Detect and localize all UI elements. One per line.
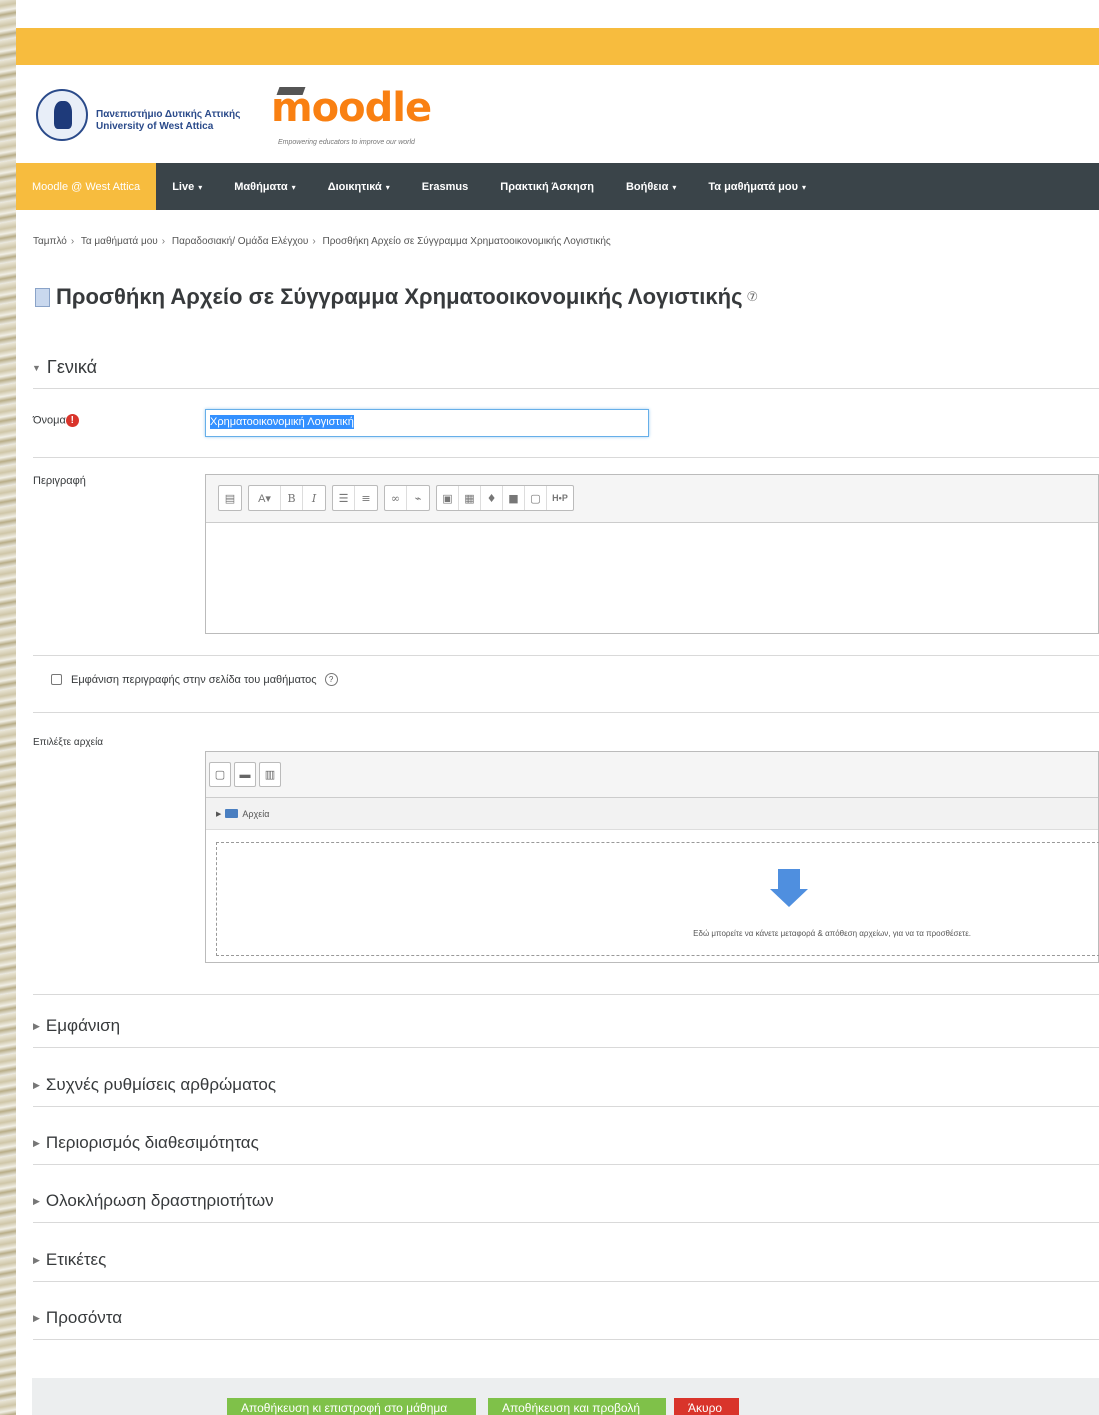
university-seal-logo[interactable] — [36, 89, 88, 141]
caret-down-icon: ▼ — [32, 363, 41, 374]
caret-right-icon: ▶ — [33, 1255, 40, 1266]
image-icon[interactable]: ▣ — [437, 486, 459, 510]
chevron-right-icon: › — [70, 236, 75, 247]
file-dropzone[interactable]: Εδώ μπορείτε να κάνετε μεταφορά & απόθεσ… — [216, 842, 1099, 956]
chevron-right-icon: › — [161, 236, 166, 247]
create-folder-icon[interactable]: ▬ — [234, 762, 256, 787]
video-icon[interactable]: ■ — [503, 486, 525, 510]
nav-item-erasmus[interactable]: Erasmus — [406, 181, 484, 193]
ordered-list-icon[interactable]: ≡ — [355, 486, 377, 510]
header-logos: Πανεπιστήμιο Δυτικής Αττικής University … — [16, 65, 1099, 163]
caret-down-icon: ▾ — [672, 182, 677, 192]
background-strip — [0, 0, 16, 1415]
section-competencies-toggle[interactable]: ▶ Προσόντα — [33, 1308, 122, 1328]
section-completion-toggle[interactable]: ▶ Ολοκλήρωση δραστηριοτήτων — [33, 1191, 274, 1211]
manage-files-icon[interactable]: ▢ — [525, 486, 547, 510]
section-tags-toggle[interactable]: ▶ Ετικέτες — [33, 1250, 106, 1270]
show-description-checkbox[interactable] — [51, 674, 62, 685]
font-style-icon[interactable]: A▾ — [249, 486, 281, 510]
caret-right-icon: ▶ — [33, 1196, 40, 1207]
toolbar-toggle-icon[interactable]: ▤ — [219, 486, 241, 510]
nav-brand[interactable]: Moodle @ West Attica — [16, 163, 157, 210]
microphone-icon[interactable]: ♦ — [481, 486, 503, 510]
help-icon[interactable]: ⑦ — [747, 289, 759, 305]
section-general-toggle[interactable]: ▼ Γενικά — [32, 357, 97, 378]
save-and-display-button[interactable]: Αποθήκευση και προβολή — [488, 1398, 666, 1415]
help-icon[interactable]: ? — [324, 673, 338, 686]
file-manager-path[interactable]: ▶ Αρχεία — [206, 798, 1098, 830]
delete-icon[interactable]: ▥ — [259, 762, 281, 787]
file-manager-toolbar: ▢ ▬ ▥ — [206, 752, 1098, 798]
breadcrumb-item-dashboard[interactable]: Ταμπλό — [33, 236, 67, 247]
save-and-return-button[interactable]: Αποθήκευση κι επιστροφή στο μάθημα — [227, 1398, 476, 1415]
section-common-settings-toggle[interactable]: ▶ Συχνές ρυθμίσεις αρθρώματος — [33, 1075, 276, 1095]
moodle-tagline: Empowering educators to improve our worl… — [278, 139, 415, 146]
nav-item-live[interactable]: Live ▾ — [156, 181, 218, 193]
nav-item-courses[interactable]: Μαθήματα ▾ — [218, 181, 311, 193]
unordered-list-icon[interactable]: ☰ — [333, 486, 355, 510]
editor-toolbar: ▤ A▾ B I ☰ ≡ ∞ ⌁ ▣ ▦ ♦ ■ ▢ H•P — [206, 475, 1098, 523]
caret-right-icon: ▶ — [33, 1021, 40, 1032]
nav-item-administrative[interactable]: Διοικητικά ▾ — [312, 181, 406, 193]
caret-right-icon: ▶ — [216, 810, 222, 818]
name-input[interactable]: Χρηματοοικονομική Λογιστική — [205, 409, 649, 437]
select-files-label: Επιλέξτε αρχεία — [33, 737, 104, 748]
breadcrumb: Ταμπλό › Τα μαθήματά μου › Παραδοσιακή/ Ομ… — [33, 236, 611, 247]
top-accent-bar — [16, 28, 1099, 65]
dropzone-text: Εδώ μπορείτε να κάνετε μεταφορά & απόθεσ… — [693, 929, 971, 938]
file-icon — [35, 287, 50, 307]
caret-down-icon: ▾ — [291, 182, 296, 192]
nav-item-my-courses[interactable]: Τα μαθήματά μου ▾ — [692, 181, 822, 193]
link-icon[interactable]: ∞ — [385, 486, 407, 510]
nav-item-help[interactable]: Βοήθεια ▾ — [610, 181, 692, 193]
caret-right-icon: ▶ — [33, 1313, 40, 1324]
h5p-icon[interactable]: H•P — [547, 486, 573, 510]
italic-icon[interactable]: I — [303, 486, 325, 510]
show-description-row: Εμφάνιση περιγραφής στην σελίδα του μαθή… — [51, 673, 338, 686]
caret-right-icon: ▶ — [33, 1138, 40, 1149]
university-name[interactable]: Πανεπιστήμιο Δυτικής Αττικής University … — [96, 109, 240, 133]
nav-item-internship[interactable]: Πρακτική Άσκηση — [484, 181, 610, 193]
page: Πανεπιστήμιο Δυτικής Αττικής University … — [16, 0, 1099, 1415]
description-label: Περιγραφή — [33, 475, 86, 487]
section-appearance-toggle[interactable]: ▶ Εμφάνιση — [33, 1016, 120, 1036]
form-actions: Αποθήκευση κι επιστροφή στο μάθημα Αποθή… — [32, 1378, 1099, 1415]
description-editor[interactable]: ▤ A▾ B I ☰ ≡ ∞ ⌁ ▣ ▦ ♦ ■ ▢ H•P — [205, 474, 1099, 634]
caret-down-icon: ▾ — [385, 182, 390, 192]
bold-icon[interactable]: B — [281, 486, 303, 510]
arrow-down-icon — [770, 869, 808, 909]
page-title: Προσθήκη Αρχείο σε Σύγγραμμα Χρηματοοικο… — [35, 284, 758, 310]
moodle-logo[interactable]: moodle — [271, 85, 432, 131]
breadcrumb-item-current: Προσθήκη Αρχείο σε Σύγγραμμα Χρηματοοικο… — [322, 236, 611, 247]
breadcrumb-item-course[interactable]: Παραδοσιακή/ Ομάδα Ελέγχου — [172, 236, 308, 247]
cancel-button[interactable]: Άκυρο — [674, 1398, 739, 1415]
name-label: Όνομα! — [33, 414, 79, 427]
caret-down-icon: ▾ — [198, 182, 203, 192]
caret-down-icon: ▾ — [802, 182, 807, 192]
section-restrict-access-toggle[interactable]: ▶ Περιορισμός διαθεσιμότητας — [33, 1133, 259, 1153]
media-icon[interactable]: ▦ — [459, 486, 481, 510]
add-file-icon[interactable]: ▢ — [209, 762, 231, 787]
file-manager: ▢ ▬ ▥ ▶ Αρχεία Εδώ μπορείτε να κάνετε με… — [205, 751, 1099, 963]
main-navbar: Moodle @ West Attica Live ▾ Μαθήματα ▾ Διο… — [16, 163, 1099, 210]
breadcrumb-item-my-courses[interactable]: Τα μαθήματά μου — [81, 236, 158, 247]
caret-right-icon: ▶ — [33, 1080, 40, 1091]
chevron-right-icon: › — [312, 236, 316, 247]
required-icon: ! — [65, 414, 79, 427]
folder-icon — [225, 809, 239, 818]
unlink-icon[interactable]: ⌁ — [407, 486, 429, 510]
